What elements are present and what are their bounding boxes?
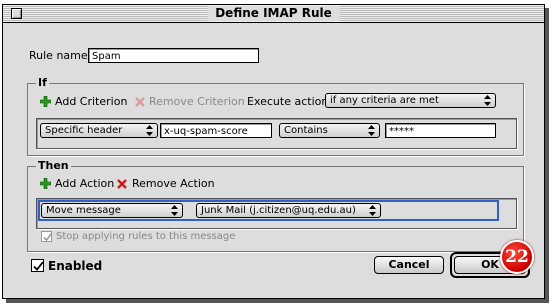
execute-actions-popup[interactable]: if any criteria are met — [325, 93, 496, 108]
plus-icon — [40, 178, 51, 189]
enabled-checkbox[interactable] — [31, 259, 44, 272]
close-box[interactable] — [11, 8, 22, 19]
stop-applying-checkbox[interactable] — [41, 231, 53, 242]
dialog-window: Define IMAP Rule Rule name: Spam If Add … — [2, 4, 545, 299]
cancel-button[interactable]: Cancel — [374, 256, 444, 274]
action-target-value: Junk Mail (j.citizen@uq.edu.au) — [201, 205, 356, 216]
then-group-title: Then — [36, 159, 71, 172]
execute-actions-value: if any criteria are met — [330, 95, 439, 106]
enabled-label: Enabled — [48, 259, 103, 273]
operator-popup[interactable]: Contains — [279, 123, 380, 138]
stop-applying-label: Stop applying rules to this message — [56, 231, 236, 242]
remove-x-icon — [117, 179, 127, 189]
action-type-popup[interactable]: Move message — [41, 203, 183, 218]
add-criterion-label: Add Criterion — [55, 95, 128, 108]
remove-criterion-button[interactable]: Remove Criterion — [132, 95, 245, 109]
remove-x-icon — [135, 97, 145, 107]
action-target-popup[interactable]: Junk Mail (j.citizen@uq.edu.au) — [196, 203, 381, 218]
operator-value: Contains — [284, 125, 328, 136]
remove-criterion-label: Remove Criterion — [149, 95, 245, 108]
criterion-field-popup[interactable]: Specific header — [40, 123, 158, 138]
popup-arrows-icon — [369, 205, 376, 216]
popup-arrows-icon — [368, 125, 375, 136]
remove-action-button[interactable]: Remove Action — [115, 177, 215, 191]
action-type-value: Move message — [46, 205, 121, 216]
checkmark-icon — [43, 233, 53, 242]
add-action-label: Add Action — [55, 177, 115, 190]
criterion-field-value: Specific header — [45, 125, 123, 136]
header-name-input[interactable]: x-uq-spam-score — [160, 123, 272, 138]
window-title: Define IMAP Rule — [207, 6, 340, 21]
match-value-input[interactable]: ***** — [385, 123, 496, 138]
popup-arrows-icon — [146, 125, 153, 136]
rule-name-input[interactable]: Spam — [88, 48, 259, 63]
plus-icon — [40, 96, 51, 107]
popup-arrows-icon — [484, 95, 491, 106]
title-bar[interactable]: Define IMAP Rule — [3, 5, 544, 23]
if-group-title: If — [36, 76, 49, 89]
execute-actions-label: Execute actions — [247, 95, 335, 108]
popup-arrows-icon — [171, 205, 178, 216]
rule-name-label: Rule name: — [29, 49, 92, 62]
step-number-badge: 22 — [500, 240, 534, 274]
add-action-button[interactable]: Add Action — [38, 177, 118, 191]
checkmark-icon — [33, 261, 44, 271]
remove-action-label: Remove Action — [132, 177, 215, 190]
